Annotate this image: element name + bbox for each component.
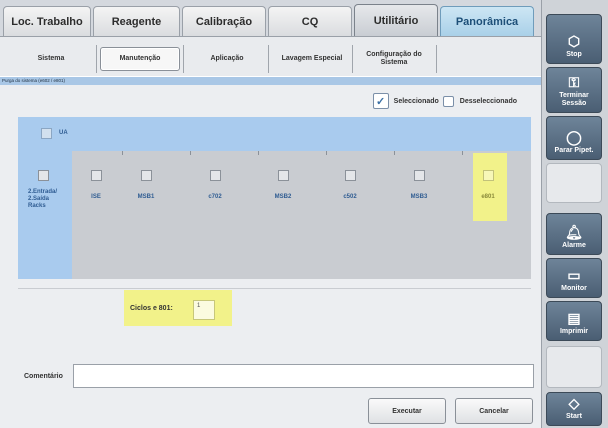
comment-input[interactable] (73, 364, 534, 388)
ua-checkbox[interactable] (41, 128, 52, 139)
printer-icon: ▤ (567, 310, 581, 326)
module-label-e801: e801 (481, 194, 495, 200)
module-label-msb1: MSB1 (137, 194, 155, 200)
divider (436, 45, 437, 73)
legend-deselected-label: Desseleccionado (459, 97, 517, 105)
tab-cq[interactable]: CQ (268, 6, 352, 36)
module-checkbox-msb1[interactable] (141, 170, 152, 181)
divider (96, 45, 97, 73)
divider (394, 151, 395, 155)
selection-legend: ✓ Seleccionado Desseleccionado (372, 92, 517, 110)
module-checkbox-e801[interactable] (483, 170, 494, 181)
subtab-configuracao-sistema[interactable]: Configuração do Sistema (355, 47, 433, 71)
monitor-label: Monitor (561, 285, 587, 292)
divider (183, 45, 184, 73)
main-tab-bar: Loc. Trabalho Reagente Calibração CQ Uti… (0, 0, 541, 36)
divider (352, 45, 353, 73)
alarm-button[interactable]: 🔔︎ Alarme (546, 213, 602, 255)
alarm-label: Alarme (562, 242, 586, 249)
subtab-sistema[interactable]: Sistema (8, 47, 94, 71)
monitor-button[interactable]: ▭ Monitor (546, 258, 602, 298)
module-checkbox-c502[interactable] (345, 170, 356, 181)
stop-icon: ⬡ (567, 33, 581, 49)
ua-label: UA (59, 130, 68, 136)
divider (122, 151, 123, 155)
module-label-c502: c502 (343, 194, 357, 200)
subtab-aplicacao[interactable]: Aplicação (187, 47, 267, 71)
stop-pipetting-button[interactable]: ◯ Parar Pipet. (546, 116, 602, 160)
comment-label: Comentário (24, 373, 63, 380)
divider (258, 151, 259, 155)
logout-button[interactable]: ⚿ Terminar Sessão (546, 67, 602, 113)
module-label-msb3: MSB3 (410, 194, 428, 200)
module-checkbox-msb2[interactable] (278, 170, 289, 181)
empty-slot (546, 346, 602, 388)
module-label-ise: ISE (91, 194, 101, 200)
tab-loc-trabalho[interactable]: Loc. Trabalho (3, 6, 91, 36)
start-label: Start (566, 413, 582, 420)
module-checkbox-ise[interactable] (91, 170, 102, 181)
ua-row: UA (18, 117, 531, 151)
module-checkbox-racks[interactable] (38, 170, 49, 181)
monitor-icon: ▭ (567, 267, 581, 283)
stop-button[interactable]: ⬡ Stop (546, 14, 602, 64)
start-button[interactable]: ◇ Start (546, 392, 602, 426)
tab-reagente[interactable]: Reagente (93, 6, 180, 36)
cycles-section (18, 288, 531, 328)
unchecked-checkbox-icon (442, 95, 454, 107)
cycles-label: Ciclos e 801: (130, 305, 173, 312)
module-label-msb2: MSB2 (274, 194, 292, 200)
tab-panoramica[interactable]: Panorâmica (440, 6, 534, 36)
panel-title: Purga do sistema (e602 / e801) (0, 77, 541, 85)
bell-icon: 🔔︎ (565, 224, 583, 240)
execute-button[interactable]: Executar (368, 398, 446, 424)
divider (268, 45, 269, 73)
pause-icon: ◯ (566, 129, 582, 145)
stop-label: Stop (566, 51, 582, 58)
key-icon: ⚿ (568, 74, 580, 90)
empty-slot (546, 163, 602, 203)
logout-label: Terminar Sessão (559, 92, 589, 107)
module-checkbox-c702[interactable] (210, 170, 221, 181)
legend-selected-label: Seleccionado (393, 97, 439, 105)
divider (462, 151, 463, 155)
right-sidebar: ⬡ Stop ⚿ Terminar Sessão ◯ Parar Pipet. … (541, 0, 608, 428)
e801-highlight (473, 153, 507, 221)
module-checkbox-msb3[interactable] (414, 170, 425, 181)
stop-pipetting-label: Parar Pipet. (554, 147, 594, 154)
checked-checkbox-icon: ✓ (372, 93, 389, 109)
print-label: Imprimir (559, 328, 588, 335)
module-label-racks: 2.Entrada/ 2.Saída Racks (28, 189, 58, 209)
cancel-button[interactable]: Cancelar (455, 398, 533, 424)
subtab-lavagem-especial[interactable]: Lavagem Especial (272, 47, 352, 71)
sub-tab-bar: Sistema Manutenção Aplicação Lavagem Esp… (0, 36, 541, 76)
module-label-c702: c702 (208, 194, 222, 200)
tab-utilitario[interactable]: Utilitário (354, 4, 438, 36)
cycles-input[interactable]: 1 (193, 300, 215, 320)
divider (190, 151, 191, 155)
start-icon: ◇ (568, 395, 580, 411)
divider (326, 151, 327, 155)
tab-calibracao[interactable]: Calibração (182, 6, 266, 36)
subtab-manutencao[interactable]: Manutenção (100, 47, 180, 71)
print-button[interactable]: ▤ Imprimir (546, 301, 602, 341)
